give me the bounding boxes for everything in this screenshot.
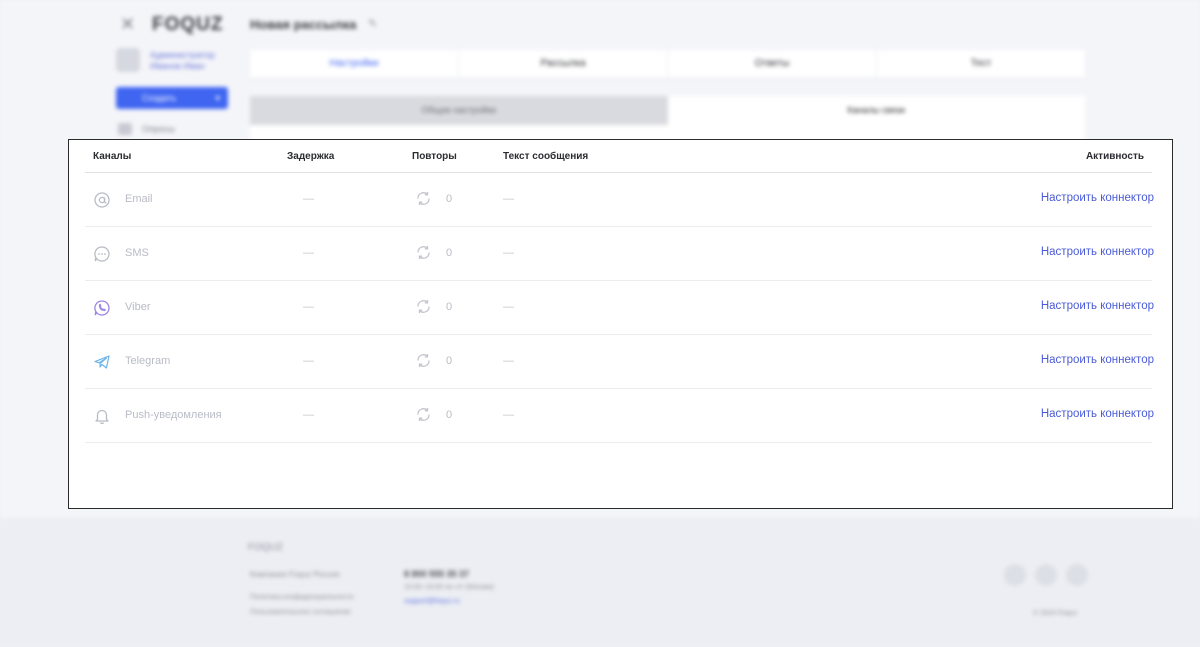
footer-logo: FOQUZ bbox=[248, 542, 283, 553]
subtab-channels[interactable]: Каналы связи bbox=[667, 96, 1085, 125]
close-icon[interactable]: ✕ bbox=[120, 14, 135, 35]
channel-name: SMS bbox=[125, 247, 149, 259]
tab-mailing[interactable]: Рассылка bbox=[459, 50, 668, 78]
sub-tabs: Общие настройки Каналы связи bbox=[250, 96, 1085, 125]
tab-answers[interactable]: Ответы bbox=[668, 50, 877, 78]
header-channels: Каналы bbox=[93, 151, 132, 162]
table-header: Каналы Задержка Повторы Текст сообщения … bbox=[85, 140, 1152, 173]
repeats-count: 0 bbox=[446, 247, 453, 259]
edit-pencil-icon[interactable]: ✎ bbox=[368, 17, 377, 30]
chat-bubble-icon bbox=[94, 246, 110, 262]
header-repeats: Повторы bbox=[412, 151, 457, 162]
social-telegram-icon[interactable] bbox=[1066, 564, 1088, 586]
tab-settings[interactable]: Настройки bbox=[250, 50, 459, 78]
channel-name: Email bbox=[125, 193, 153, 205]
repeat-icon bbox=[417, 300, 430, 313]
configure-connector-link[interactable]: Настроить коннектор bbox=[1041, 408, 1154, 420]
message-text: — bbox=[503, 409, 514, 421]
message-text: — bbox=[503, 247, 514, 259]
viber-icon bbox=[94, 300, 110, 316]
channel-row-viber: Viber — 0 — Настроить коннектор bbox=[85, 281, 1154, 335]
header-message: Текст сообщения bbox=[503, 151, 589, 162]
page-title: Новая рассылка bbox=[250, 17, 357, 32]
bell-icon bbox=[95, 409, 109, 425]
repeat-icon bbox=[417, 354, 430, 367]
delay-value: — bbox=[303, 247, 314, 259]
footer-copyright: © 2024 Foquz bbox=[1033, 610, 1078, 617]
chevron-down-icon[interactable]: ▾ bbox=[215, 87, 220, 109]
footer-privacy-link[interactable]: Политика конфиденциальности bbox=[250, 594, 353, 601]
footer-email-link[interactable]: support@foquz.ru bbox=[404, 598, 460, 605]
configure-connector-link[interactable]: Настроить коннектор bbox=[1041, 300, 1154, 312]
configure-connector-link[interactable]: Настроить коннектор bbox=[1041, 246, 1154, 258]
app-logo: FOQUZ bbox=[152, 14, 224, 35]
channel-row-sms: SMS — 0 — Настроить коннектор bbox=[85, 227, 1154, 281]
configure-connector-link[interactable]: Настроить коннектор bbox=[1041, 354, 1154, 366]
header-activity: Активность bbox=[1085, 151, 1144, 162]
user-fullname: Иванов Иван bbox=[150, 61, 205, 71]
footer-company: Компания Foquz Россия bbox=[250, 570, 340, 579]
repeats-count: 0 bbox=[446, 193, 453, 205]
repeats-count: 0 bbox=[446, 301, 453, 313]
channels-panel: Каналы Задержка Повторы Текст сообщения … bbox=[68, 139, 1173, 509]
message-text: — bbox=[503, 355, 514, 367]
footer-phone: 8 800 555 35 37 bbox=[404, 569, 470, 579]
message-text: — bbox=[503, 301, 514, 313]
repeats-count: 0 bbox=[446, 355, 453, 367]
create-button[interactable]: Создать ▾ bbox=[116, 87, 228, 109]
channel-row-email: Email — 0 — Настроить коннектор bbox=[85, 173, 1154, 227]
main-tabs: Настройки Рассылка Ответы Тест bbox=[250, 50, 1085, 78]
social-youtube-icon[interactable] bbox=[1035, 564, 1057, 586]
configure-connector-link[interactable]: Настроить коннектор bbox=[1041, 192, 1154, 204]
delay-value: — bbox=[303, 301, 314, 313]
social-vk-icon[interactable] bbox=[1004, 564, 1026, 586]
delay-value: — bbox=[303, 409, 314, 421]
repeat-icon bbox=[417, 408, 430, 421]
footer-terms-link[interactable]: Пользовательское соглашение bbox=[250, 609, 351, 616]
user-name[interactable]: Администратор Иванов Иван bbox=[150, 50, 215, 72]
telegram-icon bbox=[94, 355, 110, 369]
delay-value: — bbox=[303, 355, 314, 367]
repeat-icon bbox=[417, 192, 430, 205]
user-role: Администратор bbox=[150, 50, 215, 60]
repeat-icon bbox=[417, 246, 430, 259]
subtab-general-settings[interactable]: Общие настройки bbox=[250, 96, 668, 125]
channel-row-push: Push-уведомления — 0 — Настроить коннект… bbox=[85, 389, 1154, 443]
footer-hours: 10:00–19:00 пн–пт (Москва) bbox=[404, 584, 494, 591]
avatar[interactable] bbox=[116, 48, 140, 72]
create-button-label: Создать bbox=[142, 93, 177, 103]
message-text: — bbox=[503, 193, 514, 205]
channel-name: Viber bbox=[125, 301, 151, 313]
channel-row-telegram: Telegram — 0 — Настроить коннектор bbox=[85, 335, 1154, 389]
at-sign-icon bbox=[94, 192, 110, 208]
channel-name: Telegram bbox=[125, 355, 171, 367]
sidebar-item-surveys[interactable]: Опросы bbox=[142, 124, 175, 134]
channel-name: Push-уведомления bbox=[125, 409, 222, 421]
header-delay: Задержка bbox=[287, 151, 335, 162]
surveys-icon bbox=[118, 123, 132, 135]
repeats-count: 0 bbox=[446, 409, 453, 421]
tab-test[interactable]: Тест bbox=[877, 50, 1085, 78]
delay-value: — bbox=[303, 193, 314, 205]
